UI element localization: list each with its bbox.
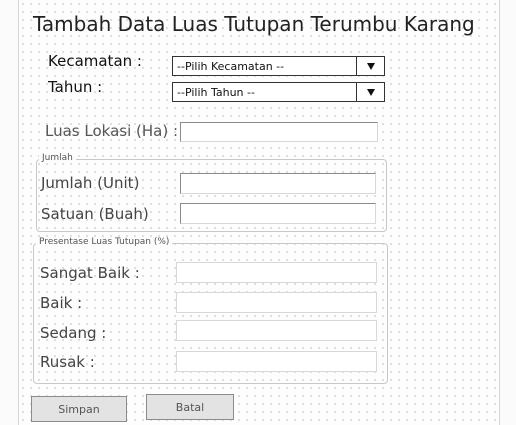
baik-input[interactable] [176,292,377,313]
batal-button[interactable]: Batal [146,394,234,420]
kecamatan-select[interactable]: --Pilih Kecamatan -- [172,56,385,76]
sedang-label: Sedang : [40,324,107,342]
kecamatan-selected-value: --Pilih Kecamatan -- [177,60,285,73]
jumlah-unit-input[interactable] [180,173,376,194]
luas-lokasi-label: Luas Lokasi (Ha) : [45,122,179,140]
baik-label: Baik : [40,294,83,312]
jumlah-unit-label: Jumlah (Unit) [41,174,140,192]
chevron-down-icon [366,62,375,70]
chevron-down-icon [366,88,375,96]
rusak-input[interactable] [176,351,377,372]
page-title: Tambah Data Luas Tutupan Terumbu Karang [33,12,475,36]
sedang-input[interactable] [176,320,377,341]
tahun-select[interactable]: --Pilih Tahun -- [172,82,385,102]
tahun-dropdown-button[interactable] [356,83,384,101]
jumlah-group-legend: Jumlah [39,153,76,163]
rusak-label: Rusak : [40,353,95,371]
tahun-selected-value: --Pilih Tahun -- [177,86,255,99]
satuan-buah-label: Satuan (Buah) [41,205,149,223]
sangat-baik-label: Sangat Baik : [40,264,140,282]
kecamatan-dropdown-button[interactable] [356,57,384,75]
luas-lokasi-input[interactable] [180,122,378,142]
tahun-label: Tahun : [48,78,103,96]
simpan-button[interactable]: Simpan [31,396,127,422]
presentase-group-legend: Presentase Luas Tutupan (%) [36,237,173,247]
kecamatan-label: Kecamatan : [48,52,142,70]
satuan-buah-input[interactable] [180,203,376,224]
sangat-baik-input[interactable] [176,262,377,283]
